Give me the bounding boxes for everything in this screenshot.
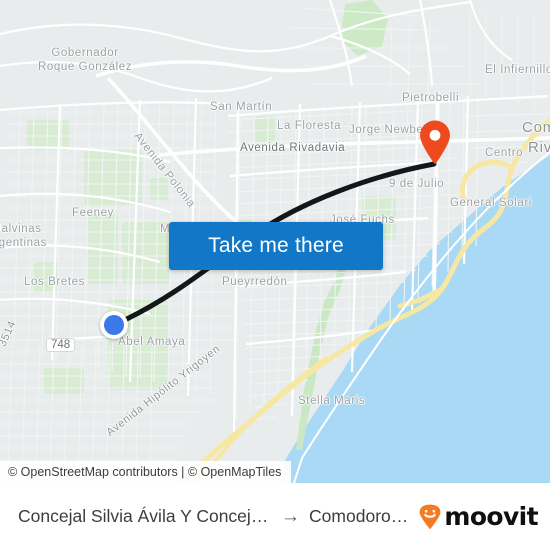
arrow-right-icon: → bbox=[281, 506, 301, 527]
trip-destination-label: Comodoro Ri... bbox=[309, 506, 412, 526]
origin-marker[interactable] bbox=[100, 311, 128, 339]
moovit-pin-icon bbox=[419, 504, 441, 529]
moovit-trip-map-screen: Avenida Polonia 3514 Avenida Hipólito Yr… bbox=[0, 0, 550, 550]
destination-pin-icon[interactable] bbox=[419, 120, 451, 165]
attribution-text: © OpenStreetMap contributors | © OpenMap… bbox=[8, 465, 282, 479]
moovit-logo[interactable]: moovit bbox=[417, 502, 539, 531]
trip-origin-label: Concejal Silvia Ávila Y Concejal Ber... bbox=[18, 506, 272, 526]
map-attribution: © OpenStreetMap contributors | © OpenMap… bbox=[0, 461, 292, 483]
trip-summary: Concejal Silvia Ávila Y Concejal Ber... … bbox=[18, 506, 411, 527]
map-canvas[interactable]: Avenida Polonia 3514 Avenida Hipólito Yr… bbox=[0, 0, 550, 483]
moovit-wordmark: moovit bbox=[444, 502, 538, 531]
take-me-there-button[interactable]: Take me there bbox=[169, 222, 383, 270]
trip-footer: Concejal Silvia Ávila Y Concejal Ber... … bbox=[0, 483, 550, 550]
